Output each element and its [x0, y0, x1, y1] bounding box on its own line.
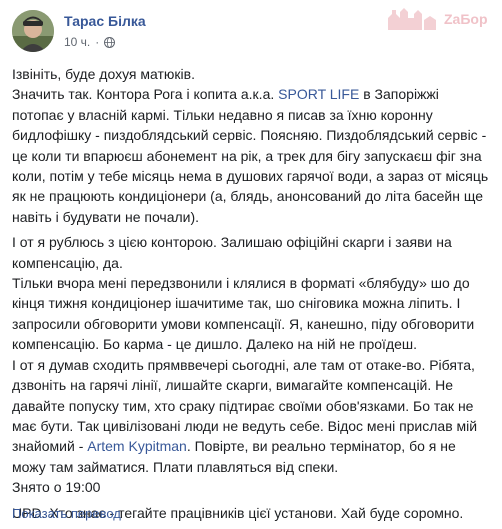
post-paragraph: І от я рублюсь з цією конторою. Залишаю …	[12, 232, 490, 497]
watermark-logo: ZaБор	[384, 4, 496, 32]
post-paragraph: Ізвініть, буде дохуя матюків.	[12, 64, 490, 84]
post-text-segment: Тільки вчора мені передзвонили і клялися…	[12, 275, 475, 353]
author-name[interactable]: Тарас Білка	[64, 13, 146, 29]
post-text-segment: Знято о 19:00	[12, 479, 101, 496]
post-text-segment: І от я рублюсь з цією конторою. Залишаю …	[12, 234, 452, 271]
post-link[interactable]: Artem Kypitman	[87, 438, 187, 454]
facebook-post: Тарас Білка 10 ч. · ZaБор Ізвініть, буде…	[0, 0, 502, 529]
post-link[interactable]: SPORT LIFE	[278, 86, 359, 102]
post-text-segment: Значить так. Контора Рога і копита а.к.а…	[12, 86, 279, 103]
post-timestamp[interactable]: 10 ч.	[64, 35, 90, 49]
post-paragraph: Значить так. Контора Рога і копита а.к.а…	[12, 84, 490, 227]
show-translation-link[interactable]: Показать перевод	[12, 506, 121, 521]
post-meta: 10 ч. ·	[64, 35, 116, 49]
separator-dot: ·	[95, 35, 100, 49]
post-text: Ізвініть, буде дохуя матюків. Значить так…	[12, 64, 490, 523]
watermark-text: ZaБор	[444, 11, 488, 27]
globe-icon	[104, 36, 116, 48]
post-text-segment: в Запоріжжі потопає у власній кармі. Тіл…	[12, 86, 489, 225]
post-text-segment: Ізвініть, буде дохуя матюків.	[12, 66, 195, 82]
avatar[interactable]	[12, 10, 54, 52]
